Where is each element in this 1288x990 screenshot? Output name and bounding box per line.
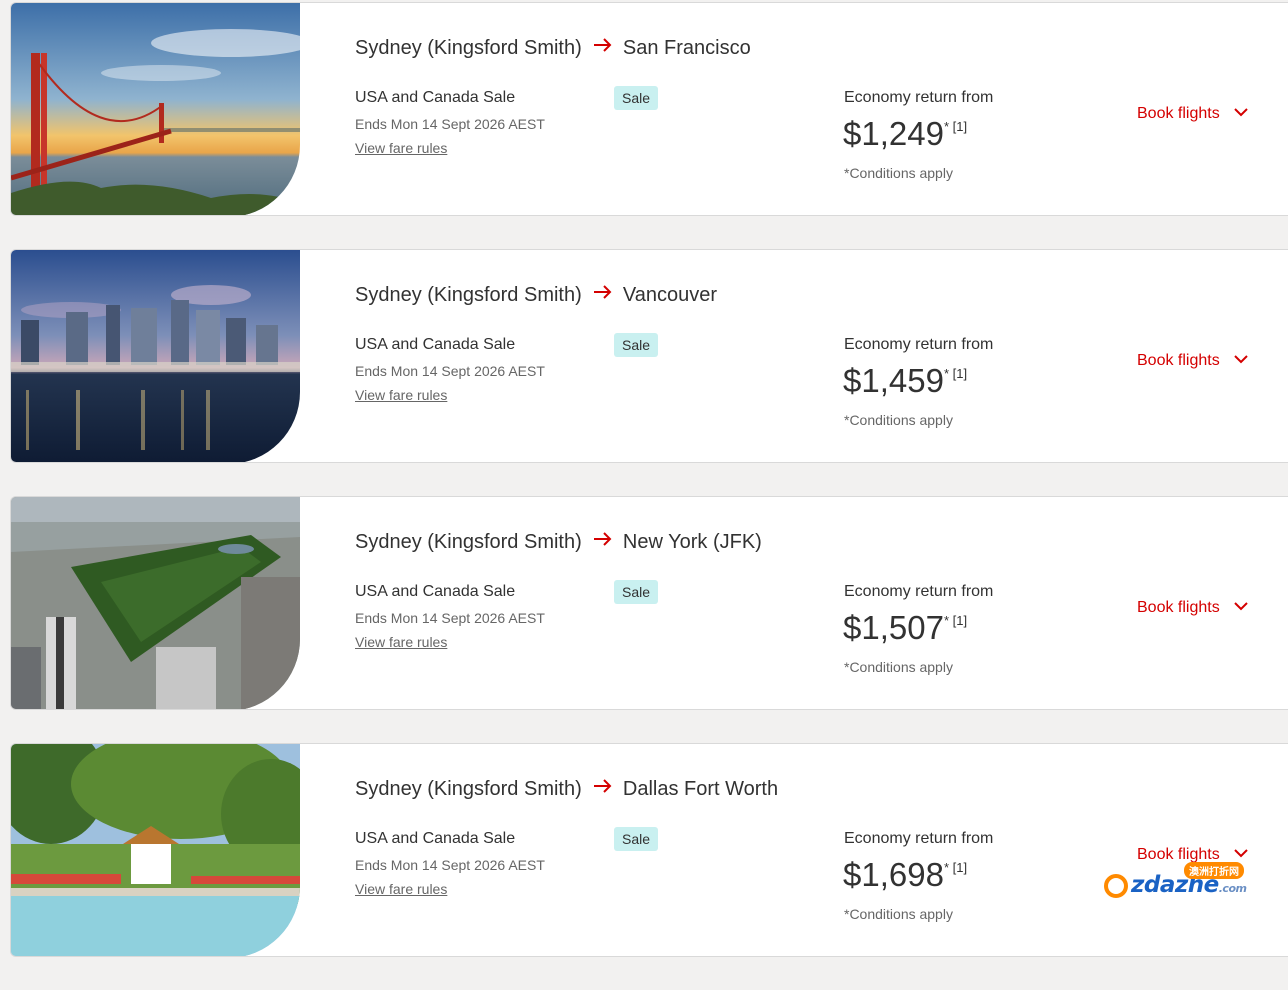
price-amount: $1,507 <box>843 609 944 646</box>
price-footnote[interactable]: * [1] <box>944 119 967 134</box>
sale-badge: Sale <box>614 827 659 851</box>
conditions-note: *Conditions apply <box>844 659 953 675</box>
sale-name: USA and Canada Sale <box>355 830 516 847</box>
price-footnote[interactable]: * [1] <box>944 366 967 381</box>
fare-card: Sydney (Kingsford Smith) New York (JFK) … <box>10 496 1288 710</box>
fare-card: Sydney (Kingsford Smith) Vancouver USA a… <box>10 249 1288 463</box>
sale-badge: Sale <box>614 580 659 604</box>
arrow-right-icon <box>593 282 613 305</box>
price-label: Economy return from <box>844 830 994 847</box>
chevron-down-icon <box>1234 104 1248 122</box>
fare-card-list: Sydney (Kingsford Smith) San Francisco U… <box>10 2 1288 990</box>
conditions-note: *Conditions apply <box>844 906 953 922</box>
sale-name: USA and Canada Sale <box>355 583 516 600</box>
sale-end-date: Ends Mon 14 Sept 2026 AEST <box>355 857 545 873</box>
price: $1,698* [1] <box>843 856 967 894</box>
sale-badge: Sale <box>614 333 659 357</box>
route-title: Sydney (Kingsford Smith) Vancouver <box>355 284 717 307</box>
price-label: Economy return from <box>844 336 994 353</box>
arrow-right-icon <box>593 529 613 552</box>
price-amount: $1,249 <box>843 115 944 152</box>
price-label: Economy return from <box>844 583 994 600</box>
destination-photo <box>11 3 300 215</box>
sale-name: USA and Canada Sale <box>355 336 516 353</box>
book-flights-label: Book flights <box>1137 105 1220 123</box>
fare-card: Sydney (Kingsford Smith) Dallas Fort Wor… <box>10 743 1288 957</box>
conditions-note: *Conditions apply <box>844 165 953 181</box>
chevron-down-icon <box>1234 598 1248 616</box>
price: $1,459* [1] <box>843 362 967 400</box>
price-label: Economy return from <box>844 89 994 106</box>
book-flights-label: Book flights <box>1137 599 1220 617</box>
destination-city: San Francisco <box>622 37 751 59</box>
book-flights-label: Book flights <box>1137 352 1220 370</box>
price-amount: $1,698 <box>843 856 944 893</box>
price: $1,507* [1] <box>843 609 967 647</box>
sale-end-date: Ends Mon 14 Sept 2026 AEST <box>355 116 545 132</box>
origin-city: Sydney (Kingsford Smith) <box>355 37 582 59</box>
arrow-right-icon <box>593 35 613 58</box>
destination-photo <box>11 744 300 956</box>
book-flights-button[interactable]: Book flights <box>1137 352 1248 370</box>
chevron-down-icon <box>1234 351 1248 369</box>
book-flights-button[interactable]: Book flights <box>1137 599 1248 617</box>
price-footnote[interactable]: * [1] <box>944 613 967 628</box>
destination-photo <box>11 250 300 462</box>
destination-city: New York (JFK) <box>622 531 762 553</box>
route-title: Sydney (Kingsford Smith) San Francisco <box>355 37 751 60</box>
fare-card: Sydney (Kingsford Smith) San Francisco U… <box>10 2 1288 216</box>
chevron-down-icon <box>1234 845 1248 863</box>
view-fare-rules-link[interactable]: View fare rules <box>355 881 447 897</box>
origin-city: Sydney (Kingsford Smith) <box>355 531 582 553</box>
price-amount: $1,459 <box>843 362 944 399</box>
origin-city: Sydney (Kingsford Smith) <box>355 778 582 800</box>
book-flights-label: Book flights <box>1137 846 1220 864</box>
sale-end-date: Ends Mon 14 Sept 2026 AEST <box>355 363 545 379</box>
watermark-tag: 澳洲打折网 <box>1184 862 1244 879</box>
sale-end-date: Ends Mon 14 Sept 2026 AEST <box>355 610 545 626</box>
site-watermark: zdazhe.com 澳洲打折网 <box>1104 862 1268 906</box>
destination-city: Vancouver <box>622 284 718 306</box>
route-title: Sydney (Kingsford Smith) New York (JFK) <box>355 531 762 554</box>
conditions-note: *Conditions apply <box>844 412 953 428</box>
book-flights-button[interactable]: Book flights <box>1137 105 1248 123</box>
sale-badge: Sale <box>614 86 659 110</box>
price: $1,249* [1] <box>843 115 967 153</box>
sale-name: USA and Canada Sale <box>355 89 516 106</box>
price-footnote[interactable]: * [1] <box>944 860 967 875</box>
origin-city: Sydney (Kingsford Smith) <box>355 284 582 306</box>
destination-city: Dallas Fort Worth <box>622 778 779 800</box>
arrow-right-icon <box>593 776 613 799</box>
view-fare-rules-link[interactable]: View fare rules <box>355 140 447 156</box>
destination-photo <box>11 497 300 709</box>
view-fare-rules-link[interactable]: View fare rules <box>355 634 447 650</box>
route-title: Sydney (Kingsford Smith) Dallas Fort Wor… <box>355 778 778 801</box>
view-fare-rules-link[interactable]: View fare rules <box>355 387 447 403</box>
